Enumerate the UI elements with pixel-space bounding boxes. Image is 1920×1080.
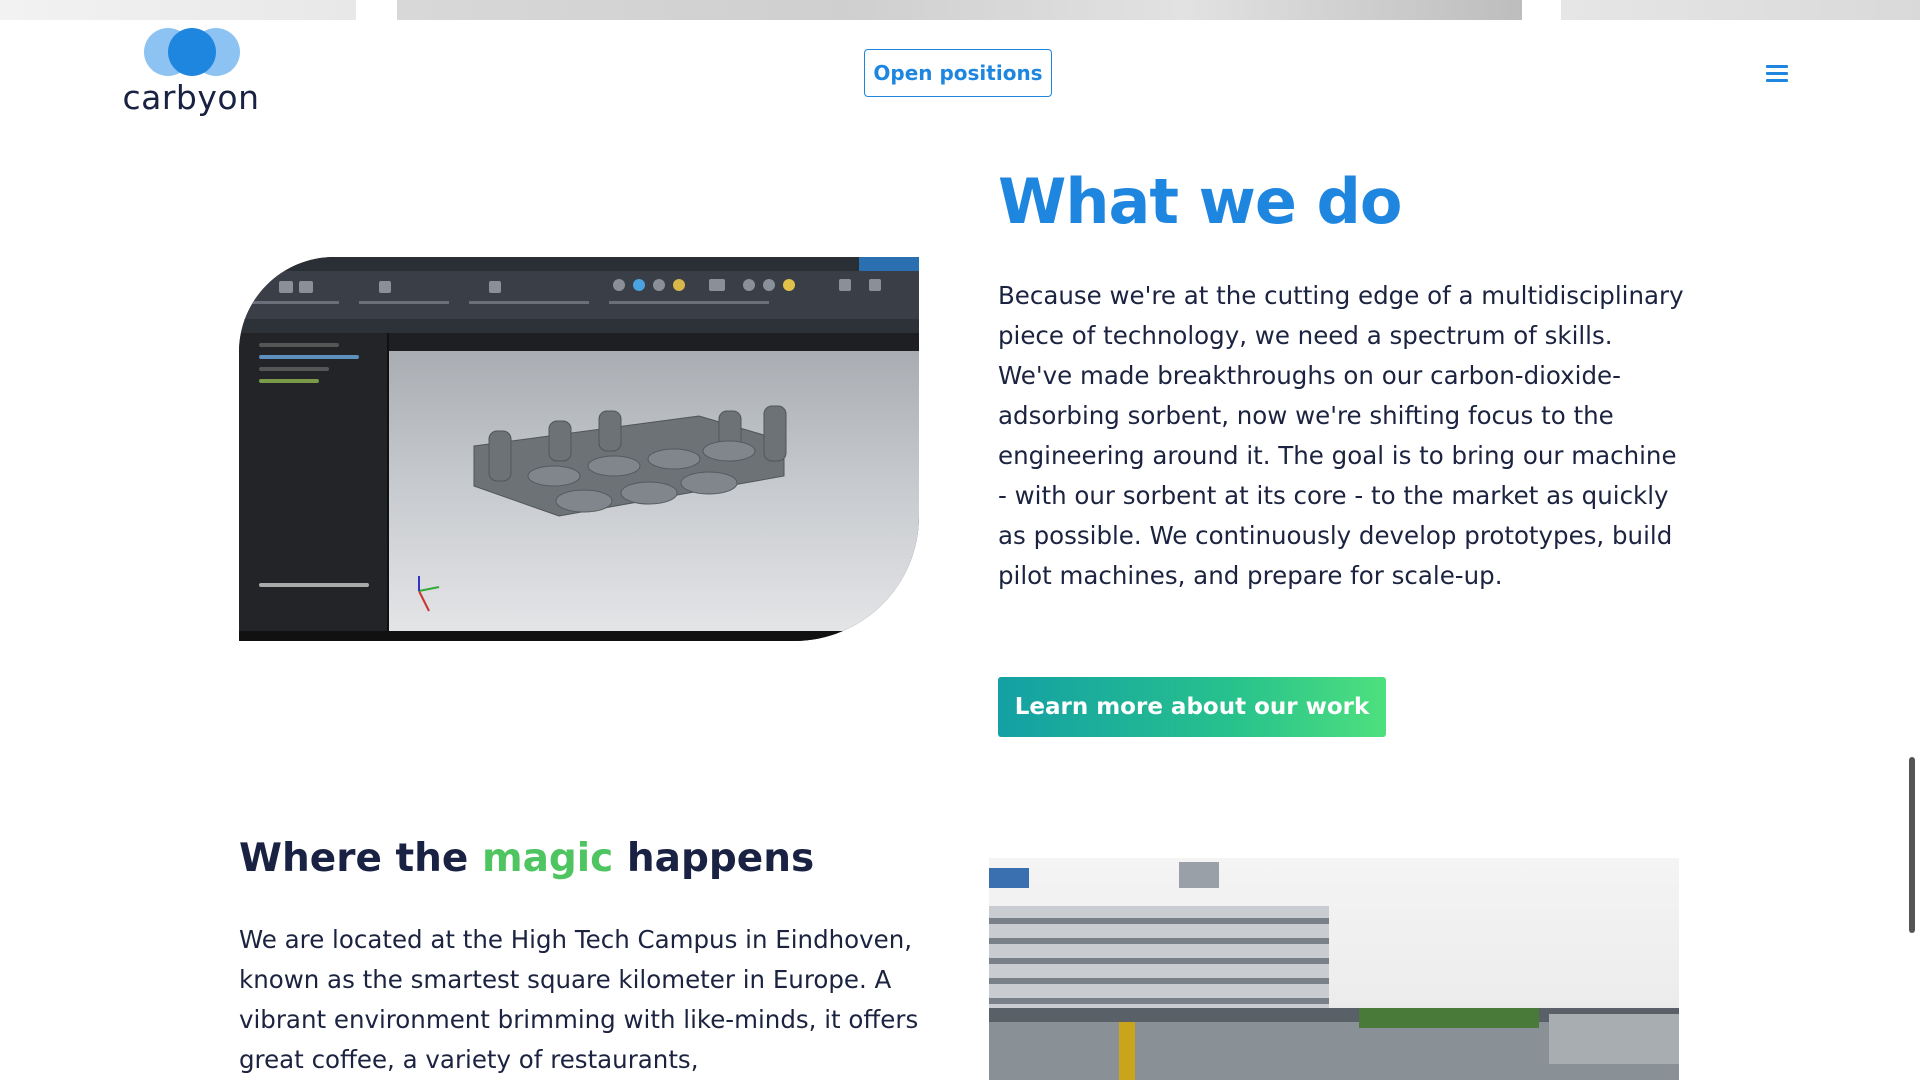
cad-document-tabs (239, 319, 919, 333)
cad-software-image (239, 257, 919, 641)
heading-prefix: Where the (239, 836, 482, 881)
hamburger-menu-icon[interactable] (1762, 62, 1792, 86)
where-magic-happens-heading: Where the magic happens (239, 836, 814, 881)
cad-3d-viewport (389, 351, 919, 633)
high-tech-campus-photo (989, 858, 1679, 1080)
what-we-do-heading: What we do (998, 165, 1402, 238)
carbyon-logo[interactable]: carbyon (120, 26, 262, 120)
logo-wordmark: carbyon (122, 78, 260, 117)
cad-assembly-navigator (239, 333, 389, 633)
open-positions-button[interactable]: Open positions (864, 49, 1052, 97)
cad-titlebar (239, 257, 919, 271)
logo-circles-icon (144, 28, 240, 76)
heading-suffix: happens (613, 836, 815, 881)
cad-statusbar (239, 631, 919, 641)
what-we-do-paragraph: Because we're at the cutting edge of a m… (998, 281, 1684, 590)
strip-image-right (1561, 0, 1920, 20)
page-scrollbar-thumb[interactable] (1909, 757, 1915, 933)
cad-3d-model (418, 405, 787, 612)
cad-ribbon-toolbar (239, 271, 919, 320)
heading-highlight-magic: magic (481, 836, 614, 881)
previous-section-image-strip (0, 0, 1920, 20)
strip-image-center (397, 0, 1522, 20)
learn-more-button[interactable]: Learn more about our work (998, 677, 1386, 737)
strip-image-left (0, 0, 356, 20)
location-paragraph: We are located at the High Tech Campus i… (239, 925, 919, 1074)
